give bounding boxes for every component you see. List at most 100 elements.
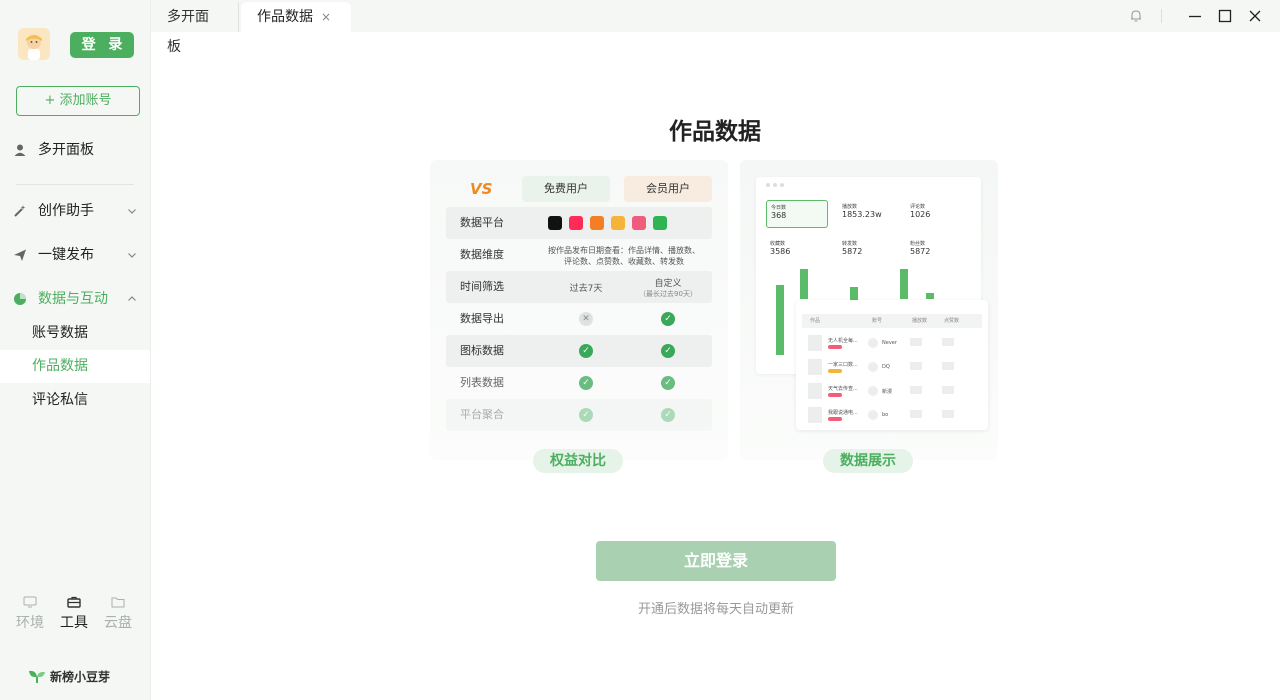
- check-icon: ✓: [579, 344, 593, 358]
- member-value: ✓: [638, 335, 698, 367]
- chevron-down-icon: [128, 209, 136, 214]
- member-value: ✓: [638, 399, 698, 431]
- xiaohongshu-icon: [569, 216, 583, 230]
- auto-update-note: 开通后数据将每天自动更新: [637, 602, 794, 617]
- chart-bar: [800, 269, 808, 299]
- tag-badge: [828, 393, 842, 397]
- row-label: 图标数据: [460, 344, 504, 357]
- list-header-cell: 作品: [810, 318, 821, 324]
- avatar: [868, 386, 878, 396]
- send-icon: [14, 249, 26, 261]
- avatar[interactable]: [18, 28, 50, 60]
- stat-value: 3586: [770, 247, 791, 256]
- stat-card: 转发数 5872: [838, 237, 900, 265]
- close-icon[interactable]: ×: [321, 2, 331, 32]
- row-label: 列表数据: [460, 376, 504, 389]
- compare-row: 时间筛选 过去7天 自定义 （最长过去90天）: [446, 271, 712, 303]
- member-value: ✓: [638, 303, 698, 335]
- stat-card: 播放数 1853.23w: [838, 200, 900, 228]
- nav-label: 多开面板: [38, 142, 94, 158]
- check-icon: ✓: [579, 376, 593, 390]
- cross-icon: ✕: [579, 312, 593, 326]
- stat-label: 播放数: [842, 204, 858, 210]
- stat-label: 转发数: [842, 241, 858, 247]
- folder-icon: [111, 597, 125, 608]
- list-cell-title: 我跟说通电...: [828, 410, 858, 416]
- tab-multi-panel[interactable]: 多开面板: [151, 2, 239, 55]
- check-icon: ✓: [661, 408, 675, 422]
- nav-multi-panel[interactable]: 多开面板: [0, 135, 151, 165]
- member-value: 自定义 （最长过去90天）: [638, 271, 698, 303]
- magic-wand-icon: [14, 205, 26, 217]
- bottom-tab-label: 工具: [60, 615, 88, 631]
- list-preview: 作品 账号 播放数 点赞数 无人机全每... Never 一家三口数... DQ…: [796, 300, 988, 430]
- free-value: ✕: [534, 303, 638, 335]
- login-now-button[interactable]: 立即登录: [596, 541, 836, 581]
- stat-value: 1853.23w: [842, 210, 882, 219]
- free-user-header: 免费用户: [522, 176, 610, 202]
- nav-one-click-publish[interactable]: 一键发布: [0, 240, 151, 270]
- check-icon: ✓: [661, 344, 675, 358]
- nav-creation-assistant[interactable]: 创作助手: [0, 196, 151, 226]
- sub-item-comments[interactable]: 评论私信: [0, 384, 150, 417]
- free-value: 过去7天: [569, 283, 603, 294]
- stat-value: 5872: [842, 247, 863, 256]
- sub-item-label: 作品数据: [32, 358, 88, 374]
- benefit-comparison-card: VS 免费用户 会员用户 数据平台 数据维度 按作品发布日期查看：作品详情、播放…: [430, 160, 728, 460]
- list-cell-account: 新漫: [882, 389, 893, 395]
- check-icon: ✓: [579, 408, 593, 422]
- minimize-icon[interactable]: [1187, 8, 1203, 24]
- douyin-icon: [548, 216, 562, 230]
- add-account-button[interactable]: + 添加账号: [16, 86, 140, 116]
- stat-label: 评论数: [910, 204, 926, 210]
- tab-works-data[interactable]: 作品数据 ×: [241, 2, 351, 32]
- monitor-icon: [23, 596, 37, 608]
- dimension-description: 按作品发布日期查看：作品详情、播放数、评论数、点赞数、收藏数、转发数: [548, 246, 700, 266]
- list-header-cell: 播放数: [912, 318, 928, 324]
- chart-bar: [850, 287, 858, 301]
- tag-badge: [828, 369, 842, 373]
- sub-item-label: 账号数据: [32, 325, 88, 341]
- weibo-icon: [632, 216, 646, 230]
- tab-bar: 多开面板 作品数据 ×: [151, 0, 1280, 55]
- check-icon: ✓: [661, 312, 675, 326]
- avatar: [868, 410, 878, 420]
- stat-card: 收藏数 3586: [766, 237, 828, 265]
- nav-label: 一键发布: [38, 247, 94, 263]
- list-cell-account: DQ: [882, 364, 890, 370]
- bottom-tab-tools[interactable]: 工具: [56, 596, 92, 632]
- close-window-icon[interactable]: [1247, 8, 1263, 24]
- bottom-tab-label: 环境: [16, 615, 44, 631]
- sub-item-works-data[interactable]: 作品数据: [0, 350, 150, 383]
- list-row: 一家三口数... DQ: [802, 356, 982, 378]
- bottom-tab-label: 云盘: [104, 615, 132, 631]
- tag-badge: [828, 345, 842, 349]
- bottom-tab-cloud[interactable]: 云盘: [100, 596, 136, 632]
- maximize-icon[interactable]: [1217, 8, 1233, 24]
- member-user-header: 会员用户: [624, 176, 712, 202]
- bell-icon[interactable]: [1128, 8, 1144, 24]
- sidebar: 登 录 + 添加账号 多开面板 创作助手 一键发布 数据与互动 账号数据 作品数…: [0, 0, 151, 700]
- chevron-up-icon: [128, 296, 136, 301]
- stat-value: 1026: [910, 210, 931, 219]
- login-button[interactable]: 登 录: [70, 32, 134, 58]
- stat-label: 今日数: [771, 205, 787, 211]
- nav-data-interaction[interactable]: 数据与互动: [0, 284, 151, 314]
- free-value: ✓: [534, 335, 638, 367]
- avatar: [868, 338, 878, 348]
- chart-bar: [900, 269, 908, 299]
- data-display-pill: 数据展示: [823, 449, 913, 473]
- window-dots: [766, 183, 784, 187]
- tag-badge: [828, 417, 842, 421]
- bottom-tab-environment[interactable]: 环境: [12, 596, 48, 632]
- compare-row: 数据导出 ✕ ✓: [446, 303, 712, 335]
- tab-label: 多开面板: [167, 9, 209, 55]
- brand-logo: 新榜小豆芽: [28, 668, 110, 685]
- sub-item-account-data[interactable]: 账号数据: [0, 317, 150, 350]
- list-cell-account: bo: [882, 412, 889, 418]
- list-header: 作品 账号 播放数 点赞数: [802, 314, 982, 328]
- tab-label: 作品数据: [257, 9, 313, 25]
- member-value-note: （最长过去90天）: [639, 289, 697, 298]
- sub-item-label: 评论私信: [32, 392, 88, 408]
- toolbox-icon: [67, 596, 81, 608]
